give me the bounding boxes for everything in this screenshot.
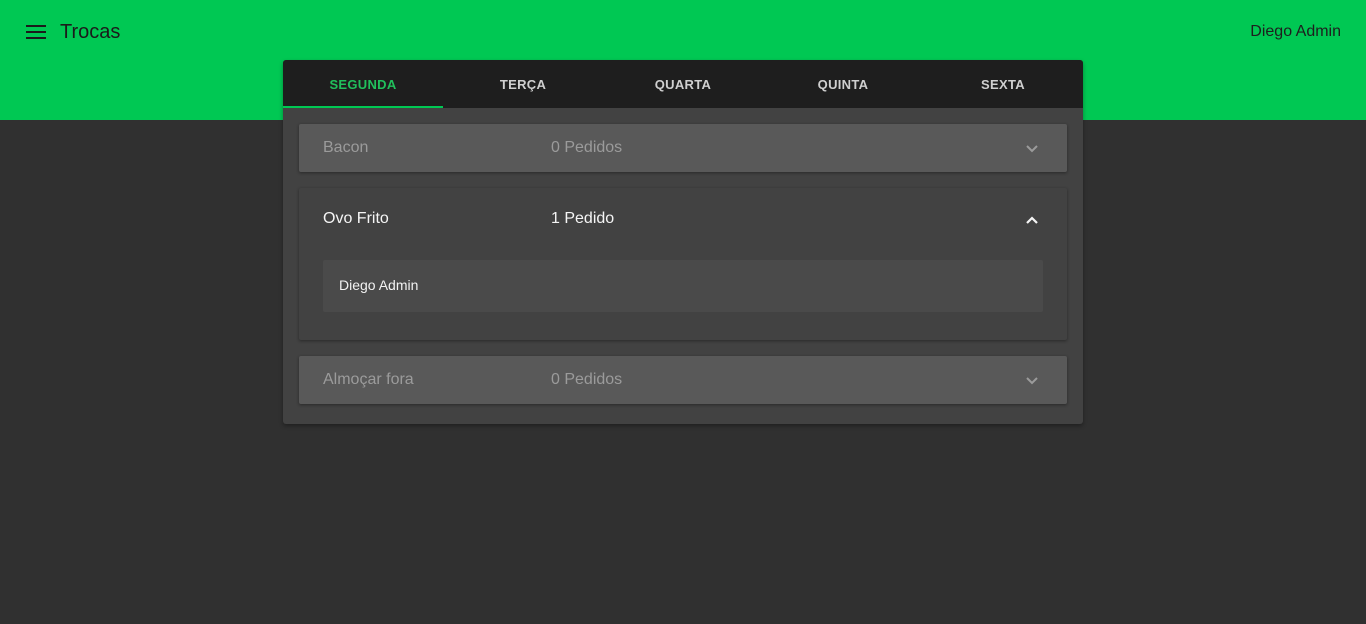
panel-ovo-frito: Ovo Frito 1 Pedido Diego Admin	[299, 188, 1067, 340]
panel-order-count: 0 Pedidos	[551, 139, 623, 156]
menu-icon	[26, 25, 46, 39]
tab-quinta[interactable]: QUINTA	[763, 60, 923, 108]
expansion-panels: Bacon 0 Pedidos Ovo Frito 1 Pedido Diego…	[283, 108, 1083, 404]
chevron-up-icon	[1026, 216, 1038, 224]
panel-item-name: Ovo Frito	[323, 210, 389, 227]
panel-item-name: Bacon	[323, 139, 369, 156]
chevron-down-icon	[1026, 377, 1038, 385]
panel-header[interactable]: Ovo Frito 1 Pedido	[299, 188, 1067, 252]
order-entry: Diego Admin	[323, 260, 1043, 312]
tab-terca[interactable]: TERÇA	[443, 60, 603, 108]
tab-quarta[interactable]: QUARTA	[603, 60, 763, 108]
panel-bacon[interactable]: Bacon 0 Pedidos	[299, 124, 1067, 172]
panel-order-count: 0 Pedidos	[551, 371, 623, 388]
chevron-down-icon	[1026, 145, 1038, 153]
tab-segunda[interactable]: SEGUNDA	[283, 60, 443, 108]
orders-card: SEGUNDA TERÇA QUARTA QUINTA SEXTA Bacon …	[283, 60, 1083, 424]
app-title: Trocas	[60, 21, 121, 43]
panel-almocar-fora[interactable]: Almoçar fora 0 Pedidos	[299, 356, 1067, 404]
user-name[interactable]: Diego Admin	[1250, 21, 1341, 43]
weekday-tabs: SEGUNDA TERÇA QUARTA QUINTA SEXTA	[283, 60, 1083, 108]
tab-sexta[interactable]: SEXTA	[923, 60, 1083, 108]
menu-button[interactable]	[24, 20, 48, 44]
panel-order-count: 1 Pedido	[551, 210, 615, 227]
panel-item-name: Almoçar fora	[323, 371, 414, 388]
order-user-name: Diego Admin	[339, 277, 419, 293]
